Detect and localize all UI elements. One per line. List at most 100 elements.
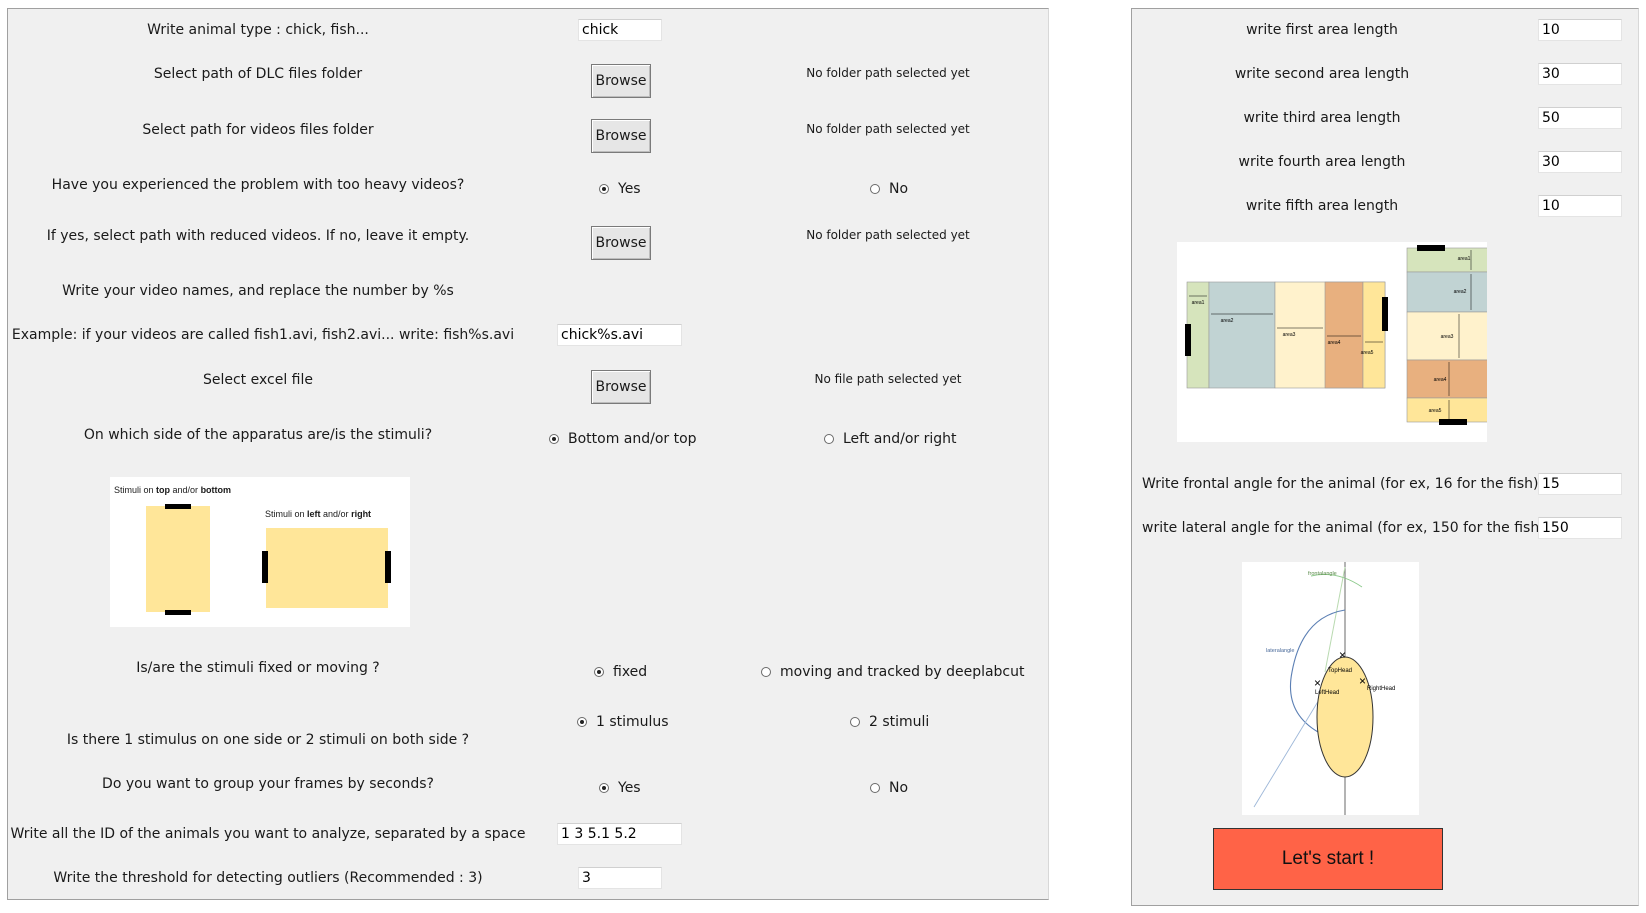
dlc-folder-status: No folder path selected yet bbox=[806, 66, 970, 80]
h-area4 bbox=[1324, 281, 1364, 389]
v-bottom-stimulus bbox=[1439, 419, 1467, 425]
threshold-input[interactable]: 3 bbox=[578, 867, 662, 889]
stimuli-fixed-label: Is/are the stimuli fixed or moving ? bbox=[136, 660, 380, 676]
reduced-videos-label: If yes, select path with reduced videos.… bbox=[46, 228, 470, 244]
stimuli-left-right-radio[interactable]: Left and/or right bbox=[824, 431, 957, 447]
stimuli-bottom-top-radio[interactable]: Bottom and/or top bbox=[549, 431, 697, 447]
radio-selected-icon bbox=[549, 434, 559, 444]
animal-type-input[interactable]: chick bbox=[578, 19, 662, 41]
caption-left-right: Stimuli on left and/or right bbox=[265, 509, 372, 519]
caption-top-bottom: Stimuli on top and/or bottom bbox=[114, 485, 232, 495]
videos-browse-button[interactable]: Browse bbox=[591, 119, 651, 153]
lateral-angle-input[interactable]: 150 bbox=[1538, 517, 1622, 539]
one-stimulus-radio[interactable]: 1 stimulus bbox=[577, 714, 669, 730]
area4-length-label: write fourth area length bbox=[1238, 154, 1406, 170]
stimuli-moving-option-label: moving and tracked by deeplabcut bbox=[780, 664, 1025, 680]
heavy-videos-no-label: No bbox=[889, 181, 909, 197]
dlc-folder-label: Select path of DLC files folder bbox=[153, 66, 363, 82]
video-names-input[interactable]: chick%s.avi bbox=[557, 324, 682, 346]
v-area1 bbox=[1406, 247, 1496, 273]
vertical-apparatus-box bbox=[146, 506, 210, 612]
radio-selected-icon bbox=[599, 783, 609, 793]
areas-diagram: area1 area2 area3 area4 area5 area1 area… bbox=[1177, 242, 1496, 442]
animal-type-label: Write animal type : chick, fish... bbox=[147, 22, 369, 38]
left-panel: Write animal type : chick, fish... chick… bbox=[7, 8, 1049, 900]
area2-length-input[interactable]: 30 bbox=[1538, 63, 1622, 85]
radio-selected-icon bbox=[599, 184, 609, 194]
stimuli-left-right-label: Left and/or right bbox=[843, 431, 957, 447]
excel-file-label: Select excel file bbox=[202, 372, 314, 388]
stimuli-fixed-option-label: fixed bbox=[613, 664, 648, 680]
frontal-angle-label: Write frontal angle for the animal (for … bbox=[1142, 476, 1543, 492]
lateral-angle-label: write lateral angle for the animal (for … bbox=[1142, 520, 1545, 536]
areas-diagram-svg: area1 area2 area3 area4 area5 area1 area… bbox=[1185, 245, 1496, 425]
animal-ids-input[interactable]: 1 3 5.1 5.2 bbox=[557, 823, 682, 845]
video-names-label: Write your video names, and replace the … bbox=[62, 283, 454, 299]
area2-length-label: write second area length bbox=[1234, 66, 1410, 82]
svg-text:lateralangle: lateralangle bbox=[1266, 648, 1294, 654]
threshold-label: Write the threshold for detecting outlie… bbox=[53, 870, 483, 886]
svg-text:area1: area1 bbox=[1458, 256, 1471, 262]
frontal-angle-input[interactable]: 15 bbox=[1538, 473, 1622, 495]
stimuli-bottom-top-label: Bottom and/or top bbox=[568, 431, 697, 447]
stimuli-moving-radio[interactable]: moving and tracked by deeplabcut bbox=[761, 664, 1025, 680]
two-stimuli-radio[interactable]: 2 stimuli bbox=[850, 714, 929, 730]
radio-selected-icon bbox=[577, 717, 587, 727]
heavy-videos-label: Have you experienced the problem with to… bbox=[51, 177, 465, 193]
reduced-videos-status: No folder path selected yet bbox=[806, 228, 970, 242]
svg-text:area2: area2 bbox=[1221, 318, 1234, 324]
stimulus-count-label: Is there 1 stimulus on one side or 2 sti… bbox=[66, 732, 470, 748]
svg-text:area2: area2 bbox=[1454, 289, 1467, 295]
group-frames-yes-label: Yes bbox=[618, 780, 641, 796]
radio-unselected-icon bbox=[824, 434, 834, 444]
group-frames-yes-radio[interactable]: Yes bbox=[599, 780, 641, 796]
area1-length-input[interactable]: 10 bbox=[1538, 19, 1622, 41]
radio-unselected-icon bbox=[870, 783, 880, 793]
video-names-example: Example: if your videos are called fish1… bbox=[11, 327, 515, 343]
two-stimuli-label: 2 stimuli bbox=[869, 714, 930, 730]
svg-text:frontalangle: frontalangle bbox=[1308, 571, 1337, 577]
area3-length-input[interactable]: 50 bbox=[1538, 107, 1622, 129]
stimuli-fixed-radio[interactable]: fixed bbox=[594, 664, 647, 680]
svg-text:area5: area5 bbox=[1361, 350, 1374, 356]
area5-length-input[interactable]: 10 bbox=[1538, 195, 1622, 217]
stimuli-side-label: On which side of the apparatus are/is th… bbox=[83, 427, 433, 443]
top-stimulus-bar bbox=[165, 504, 191, 509]
svg-text:×: × bbox=[1314, 676, 1321, 690]
stimuli-side-diagram: Stimuli on top and/or bottom Stimuli on … bbox=[110, 477, 410, 627]
svg-text:×: × bbox=[1359, 674, 1366, 688]
group-frames-label: Do you want to group your frames by seco… bbox=[102, 776, 434, 792]
svg-text:×: × bbox=[1339, 648, 1346, 662]
svg-text:area3: area3 bbox=[1283, 332, 1296, 338]
svg-text:LeftHead: LeftHead bbox=[1315, 690, 1339, 696]
area5-length-label: write fifth area length bbox=[1245, 198, 1399, 214]
reduced-browse-button[interactable]: Browse bbox=[591, 226, 651, 260]
start-button[interactable]: Let's start ! bbox=[1213, 828, 1443, 890]
svg-text:RightHead: RightHead bbox=[1367, 686, 1395, 692]
videos-folder-label: Select path for videos files folder bbox=[142, 122, 374, 138]
one-stimulus-label: 1 stimulus bbox=[596, 714, 669, 730]
area1-length-label: write first area length bbox=[1246, 22, 1398, 38]
right-stimulus-bar bbox=[385, 551, 391, 583]
animal-ids-label: Write all the ID of the animals you want… bbox=[10, 826, 526, 842]
radio-unselected-icon bbox=[870, 184, 880, 194]
group-frames-no-radio[interactable]: No bbox=[870, 780, 908, 796]
horizontal-apparatus-box bbox=[266, 528, 388, 608]
svg-text:area4: area4 bbox=[1434, 377, 1447, 383]
videos-folder-status: No folder path selected yet bbox=[806, 122, 970, 136]
radio-selected-icon bbox=[594, 667, 604, 677]
heavy-videos-yes-label: Yes bbox=[618, 181, 641, 197]
heavy-videos-no-radio[interactable]: No bbox=[870, 181, 908, 197]
v-top-stimulus bbox=[1417, 245, 1445, 251]
angle-diagram: frontalangle lateralangle × × × TopHead … bbox=[1242, 562, 1419, 815]
h-area2 bbox=[1208, 281, 1276, 389]
left-stimulus-bar bbox=[262, 551, 268, 583]
svg-text:area4: area4 bbox=[1328, 340, 1341, 346]
h-area5 bbox=[1362, 281, 1386, 389]
area4-length-input[interactable]: 30 bbox=[1538, 151, 1622, 173]
radio-unselected-icon bbox=[761, 667, 771, 677]
angle-diagram-svg: frontalangle lateralangle × × × TopHead … bbox=[1253, 562, 1395, 815]
heavy-videos-yes-radio[interactable]: Yes bbox=[599, 181, 641, 197]
dlc-browse-button[interactable]: Browse bbox=[591, 64, 651, 98]
excel-browse-button[interactable]: Browse bbox=[591, 370, 651, 404]
